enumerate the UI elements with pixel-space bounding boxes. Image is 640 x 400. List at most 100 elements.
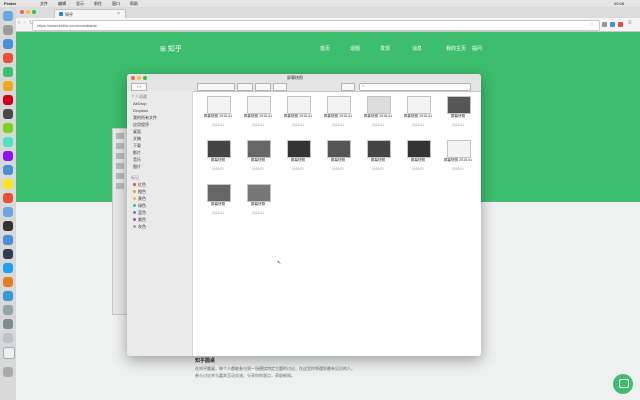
nav-topics[interactable]: 话题	[350, 45, 360, 52]
file-item[interactable]: 屏幕快照 2015-01 2015-01	[399, 96, 437, 136]
app-icon[interactable]	[3, 95, 13, 105]
sidebar-item-movies[interactable]: 影片	[133, 150, 141, 156]
file-item[interactable]: 屏幕快照 2015-01 2015-01	[239, 96, 277, 136]
safari-icon[interactable]	[3, 39, 13, 49]
sidebar-tag-green[interactable]: 绿色	[133, 203, 146, 209]
app-icon[interactable]	[3, 347, 15, 359]
sidebar-item-all-files[interactable]: 我的所有文件	[133, 115, 157, 121]
app-icon[interactable]	[3, 137, 13, 147]
close-tab-icon[interactable]: ×	[117, 11, 120, 17]
back-forward-buttons[interactable]: ‹ ›	[131, 83, 147, 91]
file-item[interactable]: 屏幕快照 2015-01 2015-01	[199, 96, 237, 136]
zoom-window-icon[interactable]	[143, 76, 147, 80]
site-logo[interactable]: ⊞ 知乎	[160, 44, 182, 54]
zoom-window-icon[interactable]	[32, 10, 36, 14]
file-item[interactable]: 屏幕快照 2015-01	[359, 140, 397, 180]
messages-icon[interactable]	[3, 67, 13, 77]
tool-icon[interactable]	[116, 173, 124, 179]
chat-button[interactable]	[613, 374, 633, 394]
file-thumbnail	[247, 184, 271, 202]
sidebar-item-desktop[interactable]: 桌面	[133, 129, 141, 135]
tool-icon[interactable]	[116, 153, 124, 159]
app-icon[interactable]	[3, 333, 13, 343]
sidebar-item-dropbox[interactable]: Dropbox	[133, 108, 148, 114]
tool-icon[interactable]	[116, 133, 124, 139]
extension-icon[interactable]	[602, 22, 607, 27]
app-icon[interactable]	[3, 277, 13, 287]
chrome-icon[interactable]	[3, 53, 13, 63]
app-icon[interactable]	[3, 291, 13, 301]
sidebar-item-documents[interactable]: 文稿	[133, 136, 141, 142]
sidebar-tag-purple[interactable]: 紫色	[133, 217, 146, 223]
sidebar-tag-red[interactable]: 红色	[133, 182, 146, 188]
file-item[interactable]: 屏幕快照 2015-01	[399, 140, 437, 180]
finder-icon[interactable]	[3, 11, 13, 21]
minimize-window-icon[interactable]	[26, 10, 30, 14]
tool-icon[interactable]	[116, 143, 124, 149]
menu-app[interactable]: Finder	[4, 1, 16, 6]
file-item[interactable]: 屏幕快照 2015-01	[319, 140, 357, 180]
launchpad-icon[interactable]	[3, 25, 13, 35]
back-icon[interactable]: ‹	[18, 20, 20, 26]
app-icon[interactable]	[3, 123, 13, 133]
action-button[interactable]	[255, 83, 271, 91]
sidebar-item-airdrop[interactable]: AirDrop	[133, 101, 147, 107]
file-item[interactable]: 屏幕快照 2015-01	[199, 184, 237, 224]
app-icon[interactable]	[3, 221, 13, 231]
app-icon[interactable]	[3, 193, 13, 203]
nav-messages[interactable]: 消息	[412, 45, 422, 52]
nav-explore[interactable]: 发现	[380, 45, 390, 52]
sidebar-item-pictures[interactable]: 图片	[133, 164, 141, 170]
close-window-icon[interactable]	[131, 76, 135, 80]
app-icon[interactable]	[3, 319, 13, 329]
sidebar-tag-orange[interactable]: 橙色	[133, 189, 146, 195]
terminal-icon[interactable]	[3, 109, 13, 119]
sidebar-item-downloads[interactable]: 下载	[133, 143, 141, 149]
sidebar-tag-gray[interactable]: 灰色	[133, 224, 146, 230]
menu-icon[interactable]: ≡	[628, 20, 632, 26]
app-icon[interactable]	[3, 235, 13, 245]
url-text: https://www.zhihu.com/roundtable	[37, 23, 97, 28]
nav-profile[interactable]: 我的主页	[446, 45, 466, 52]
file-item[interactable]: 屏幕快照 2015-01 2015-01	[319, 96, 357, 136]
tags-button[interactable]	[341, 83, 355, 91]
minimize-window-icon[interactable]	[137, 76, 141, 80]
sidebar-item-music[interactable]: 音乐	[133, 157, 141, 163]
file-name: 屏幕快照	[250, 202, 266, 206]
file-item[interactable]: 屏幕快照 2015-01	[239, 140, 277, 180]
app-icon[interactable]	[3, 305, 13, 315]
app-icon[interactable]	[3, 151, 13, 161]
sidebar-tag-yellow[interactable]: 黄色	[133, 196, 146, 202]
extension-icon[interactable]	[618, 22, 623, 27]
app-icon[interactable]	[3, 165, 13, 175]
file-item[interactable]: 屏幕快照 2015-01 2015-01	[279, 96, 317, 136]
share-button[interactable]	[273, 83, 287, 91]
trash-icon[interactable]	[3, 367, 13, 377]
extension-icon[interactable]	[610, 22, 615, 27]
file-item[interactable]: 屏幕快照 2015-01 2015-01	[439, 140, 477, 180]
file-item[interactable]: 屏幕快照 2015-01	[239, 184, 277, 224]
tool-icon[interactable]	[116, 183, 124, 189]
notes-icon[interactable]	[3, 81, 13, 91]
address-bar[interactable]: https://www.zhihu.com/roundtable ☆	[32, 20, 600, 31]
file-item[interactable]: 屏幕快照 2015-01	[199, 140, 237, 180]
sidebar-tag-blue[interactable]: 蓝色	[133, 210, 146, 216]
file-item[interactable]: 屏幕快照 2015-01 2015-01	[359, 96, 397, 136]
view-mode-buttons[interactable]	[197, 83, 235, 91]
nav-ask[interactable]: 提问	[472, 45, 482, 52]
sidebar-item-applications[interactable]: 应用程序	[133, 122, 149, 128]
tool-icon[interactable]	[116, 163, 124, 169]
file-date: 2015-01	[372, 123, 384, 127]
app-icon[interactable]	[3, 249, 13, 259]
star-icon[interactable]: ☆	[589, 22, 593, 28]
close-window-icon[interactable]	[20, 10, 24, 14]
nav-home[interactable]: 首页	[320, 45, 330, 52]
app-icon[interactable]	[3, 263, 13, 273]
file-item[interactable]: 屏幕快照 2015-01	[439, 96, 477, 136]
app-icon[interactable]	[3, 179, 13, 189]
search-input[interactable]: ⌕	[359, 83, 471, 91]
arrange-button[interactable]	[237, 83, 253, 91]
file-item[interactable]: 屏幕快照 2015-01	[279, 140, 317, 180]
forward-icon[interactable]: ›	[24, 20, 26, 26]
app-icon[interactable]	[3, 207, 13, 217]
